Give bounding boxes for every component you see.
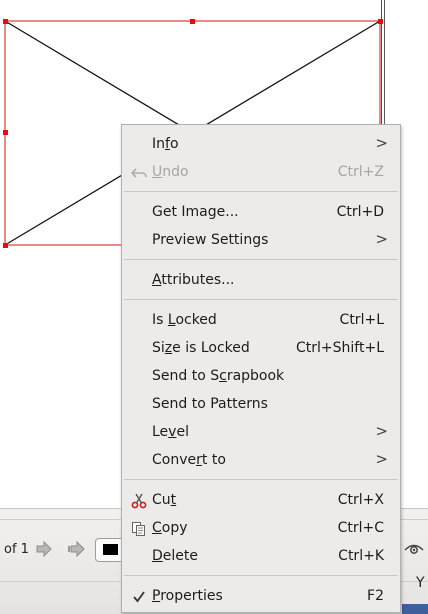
menu-item-delete[interactable]: Delete Ctrl+K: [122, 544, 400, 570]
context-menu: Info > Undo Ctrl+Z Get Image... Ctrl+D Preview…: [121, 124, 401, 613]
menu-item-label: Preview Settings: [152, 232, 269, 248]
menu-separator: [124, 575, 398, 576]
resize-handle-top-left[interactable]: [3, 19, 8, 24]
menu-item-undo: Undo Ctrl+Z: [122, 160, 400, 186]
menu-item-label: Properties: [152, 588, 223, 604]
eye-icon[interactable]: [404, 541, 424, 557]
menu-separator: [124, 299, 398, 300]
menu-item-label: Copy: [152, 520, 188, 536]
menu-item-convert-to[interactable]: Convert to >: [122, 448, 400, 474]
submenu-arrow-icon: >: [375, 134, 388, 152]
submenu-arrow-icon: >: [375, 450, 388, 468]
menu-item-attributes[interactable]: Attributes...: [122, 268, 400, 294]
menu-item-shortcut: Ctrl+Z: [337, 164, 384, 180]
menu-item-shortcut: F2: [367, 588, 384, 604]
menu-item-shortcut: Ctrl+D: [336, 204, 384, 220]
menu-item-info[interactable]: Info >: [122, 132, 400, 158]
menu-item-level[interactable]: Level >: [122, 420, 400, 446]
menu-item-label: Attributes...: [152, 272, 235, 288]
menu-item-label: Is Locked: [152, 312, 217, 328]
copy-icon: [132, 522, 145, 536]
menu-item-send-to-patterns[interactable]: Send to Patterns: [122, 392, 400, 418]
last-page-icon[interactable]: [67, 541, 85, 557]
menu-separator: [124, 479, 398, 480]
menu-item-preview-settings[interactable]: Preview Settings >: [122, 228, 400, 254]
menu-item-shortcut: Ctrl+X: [337, 492, 384, 508]
checkmark-icon: [133, 591, 145, 603]
menu-item-label: Size is Locked: [152, 340, 250, 356]
menu-item-get-image[interactable]: Get Image... Ctrl+D: [122, 200, 400, 226]
menu-item-label: Cut: [152, 492, 177, 508]
menu-item-is-locked[interactable]: Is Locked Ctrl+L: [122, 308, 400, 334]
resize-handle-middle-left[interactable]: [3, 130, 8, 135]
menu-item-cut[interactable]: Cut Ctrl+X: [122, 488, 400, 514]
menu-item-label: Get Image...: [152, 204, 239, 220]
submenu-arrow-icon: >: [375, 422, 388, 440]
menu-item-shortcut: Ctrl+K: [338, 548, 384, 564]
menu-item-label: Send to Patterns: [152, 396, 268, 412]
menu-item-label: Send to Scrapbook: [152, 368, 285, 384]
menu-item-shortcut: Ctrl+Shift+L: [296, 340, 384, 356]
resize-handle-bottom-left[interactable]: [3, 243, 8, 248]
scissors-icon: [131, 493, 147, 509]
menu-separator: [124, 259, 398, 260]
menu-item-properties[interactable]: Properties F2: [122, 584, 400, 610]
menu-item-label: Delete: [152, 548, 198, 564]
menu-item-shortcut: Ctrl+L: [339, 312, 384, 328]
page-count-label: of 1: [4, 542, 29, 557]
menu-item-label: Undo: [152, 164, 189, 180]
fill-color-swatch: [103, 544, 118, 555]
next-page-icon[interactable]: [35, 541, 53, 557]
menu-item-send-to-scrapbook[interactable]: Send to Scrapbook: [122, 364, 400, 390]
status-trailing-text: Y: [416, 575, 425, 591]
menu-separator: [124, 191, 398, 192]
menu-item-label: Info: [152, 136, 179, 152]
menu-item-shortcut: Ctrl+C: [337, 520, 384, 536]
menu-item-label: Convert to: [152, 452, 226, 468]
resize-handle-top-center[interactable]: [190, 19, 195, 24]
submenu-arrow-icon: >: [375, 230, 388, 248]
menu-item-size-is-locked[interactable]: Size is Locked Ctrl+Shift+L: [122, 336, 400, 362]
menu-item-copy[interactable]: Copy Ctrl+C: [122, 516, 400, 542]
menu-item-label: Level: [152, 424, 189, 440]
undo-icon: [131, 168, 147, 178]
